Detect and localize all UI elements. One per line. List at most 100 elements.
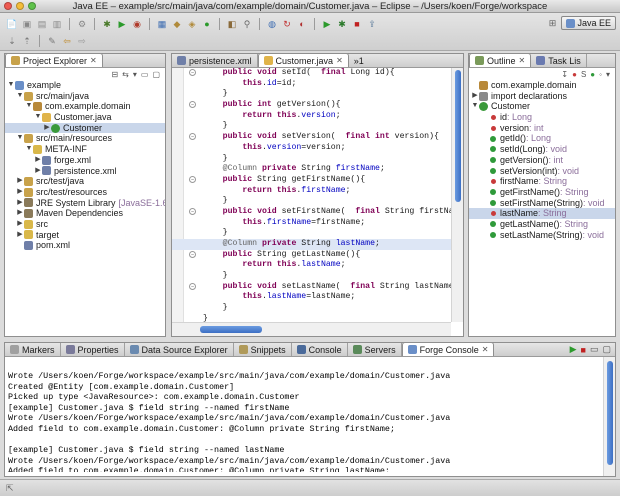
tab-persistence-xml[interactable]: persistence.xml [172, 54, 258, 67]
outline-item[interactable]: getFirstName() : String [469, 187, 615, 198]
project-tree-item[interactable]: ▶ Maven Dependencies [5, 208, 165, 219]
hide-static-icon[interactable]: S [581, 70, 586, 79]
outline-item[interactable]: ▼ Customer [469, 101, 615, 112]
project-tree-item[interactable]: ▼ src/main/resources [5, 133, 165, 144]
debug-server-icon[interactable]: ✱ [336, 18, 348, 30]
outline-item[interactable]: lastName : String [469, 208, 615, 219]
deploy-icon[interactable]: ◐ [296, 18, 308, 30]
forward-icon[interactable]: ⇨ [76, 35, 88, 47]
scrollbar-thumb[interactable] [200, 326, 262, 333]
build-icon[interactable]: ⚙ [76, 18, 88, 30]
tab-snippets[interactable]: Snippets [234, 343, 292, 356]
outline-item[interactable]: getId() : Long [469, 133, 615, 144]
outline-item[interactable]: ▶ import declarations [469, 91, 615, 102]
view-menu-icon[interactable]: ▾ [606, 70, 610, 79]
code-line[interactable]: – public String getLastName(){ [172, 250, 463, 261]
close-icon[interactable]: ✕ [90, 56, 97, 65]
code-line[interactable]: @Column private String firstName; [172, 164, 463, 175]
open-perspective-icon[interactable]: ⊞ [546, 17, 558, 29]
project-tree-item[interactable]: ▼ src/main/java [5, 91, 165, 102]
code-line[interactable]: – public String getFirstName(){ [172, 175, 463, 186]
fold-toggle-icon[interactable]: – [189, 69, 196, 76]
new-java-project-icon[interactable]: ◆ [171, 18, 183, 30]
code-line[interactable]: @Column private String lastName; [172, 239, 463, 250]
fast-view-icon[interactable]: ⇱ [6, 483, 14, 494]
stop-icon[interactable]: ■ [581, 345, 586, 355]
outline-item[interactable]: firstName : String [469, 176, 615, 187]
project-tree-item[interactable]: ▼ com.example.domain [5, 101, 165, 112]
outline-item[interactable]: com.example.domain [469, 80, 615, 91]
sort-icon[interactable]: ↧ [561, 70, 568, 79]
tab-properties[interactable]: Properties [61, 343, 125, 356]
code-line[interactable]: } [172, 196, 463, 207]
fold-toggle-icon[interactable]: – [189, 101, 196, 109]
code-line[interactable]: } [172, 271, 463, 282]
stop-server-icon[interactable]: ■ [351, 18, 363, 30]
code-line[interactable]: – public void setVersion( final int vers… [172, 132, 463, 143]
code-line[interactable]: return this.firstName; [172, 186, 463, 197]
tab-console[interactable]: Console [292, 343, 348, 356]
start-server-icon[interactable]: ▶ [321, 18, 333, 30]
open-type-icon[interactable]: ◧ [226, 18, 238, 30]
project-tree-item[interactable]: ▶ src [5, 219, 165, 230]
hide-non-public-icon[interactable]: ● [590, 70, 595, 79]
next-annotation-icon[interactable]: ⇣ [6, 35, 18, 47]
web-browser-icon[interactable]: ◍ [266, 18, 278, 30]
scrollbar-thumb[interactable] [607, 361, 613, 465]
twisty-icon[interactable]: ▶ [16, 219, 24, 230]
fold-toggle-icon[interactable]: – [189, 207, 196, 215]
outline-item[interactable]: setFirstName(String) : void [469, 198, 615, 209]
code-line[interactable]: – public void setLastName( final String … [172, 282, 463, 293]
editor-horizontal-scrollbar[interactable] [172, 322, 451, 336]
maximize-view-icon[interactable]: ▢ [152, 70, 160, 79]
project-tree-item[interactable]: ▶ target [5, 230, 165, 241]
code-line[interactable]: this.firstName=firstName; [172, 218, 463, 229]
tab-customer-java[interactable]: Customer.java ✕ [257, 53, 349, 67]
search-icon[interactable]: ⚲ [241, 18, 253, 30]
new-class-icon[interactable]: ● [201, 18, 213, 30]
editor-vertical-scrollbar[interactable] [451, 68, 463, 322]
twisty-icon[interactable]: ▼ [16, 133, 24, 144]
project-tree-item[interactable]: ▶ src/test/java [5, 176, 165, 187]
code-line[interactable]: } [172, 228, 463, 239]
twisty-icon[interactable]: ▶ [471, 91, 479, 102]
twisty-icon[interactable]: ▶ [16, 230, 24, 241]
refresh-icon[interactable]: ↻ [281, 18, 293, 30]
tab-outline[interactable]: Outline ✕ [469, 53, 532, 67]
tab-data-source-explorer[interactable]: Data Source Explorer [125, 343, 234, 356]
twisty-icon[interactable]: ▶ [16, 198, 24, 209]
print-icon[interactable]: ▥ [51, 18, 63, 30]
twisty-icon[interactable]: ▼ [25, 101, 33, 112]
project-tree-item[interactable]: ▼ META-INF [5, 144, 165, 155]
editor-overflow-tabs[interactable]: »1 [349, 54, 369, 67]
code-line[interactable]: this.version=version; [172, 143, 463, 154]
code-line[interactable]: this.lastName=lastName; [172, 292, 463, 303]
project-tree-item[interactable]: ▶ forge.xml [5, 155, 165, 166]
minimize-view-icon[interactable]: ▭ [141, 70, 149, 79]
outline-item[interactable]: setId(Long) : void [469, 144, 615, 155]
publish-icon[interactable]: ⇪ [366, 18, 378, 30]
perspective-java-ee-button[interactable]: Java EE [561, 16, 616, 30]
code-line[interactable]: } [172, 314, 463, 322]
project-tree-item[interactable]: ▶ JRE System Library [JavaSE-1.6] [5, 198, 165, 209]
outline-item[interactable]: id : Long [469, 112, 615, 123]
twisty-icon[interactable]: ▼ [16, 91, 24, 102]
maximize-view-icon[interactable]: ▢ [602, 344, 611, 355]
twisty-icon[interactable]: ▶ [43, 123, 51, 134]
twisty-icon[interactable]: ▶ [34, 155, 42, 166]
link-with-editor-icon[interactable]: ⇆ [122, 70, 129, 79]
fold-toggle-icon[interactable]: – [189, 175, 196, 183]
new-icon[interactable]: 📄 [6, 18, 18, 30]
debug-icon[interactable]: ✱ [101, 18, 113, 30]
fold-toggle-icon[interactable]: – [189, 133, 196, 141]
code-line[interactable]: } [172, 154, 463, 165]
view-menu-icon[interactable]: ▾ [133, 70, 137, 79]
tab-markers[interactable]: Markers [5, 343, 61, 356]
code-line[interactable]: return this.lastName; [172, 260, 463, 271]
outline-item[interactable]: getVersion() : int [469, 155, 615, 166]
project-tree-item[interactable]: ▼ example [5, 80, 165, 91]
outline-item[interactable]: setLastName(String) : void [469, 230, 615, 241]
project-tree-item[interactable]: ▼ Customer.java [5, 112, 165, 123]
run-icon[interactable]: ▶ [570, 344, 577, 355]
new-package-icon[interactable]: ◈ [186, 18, 198, 30]
